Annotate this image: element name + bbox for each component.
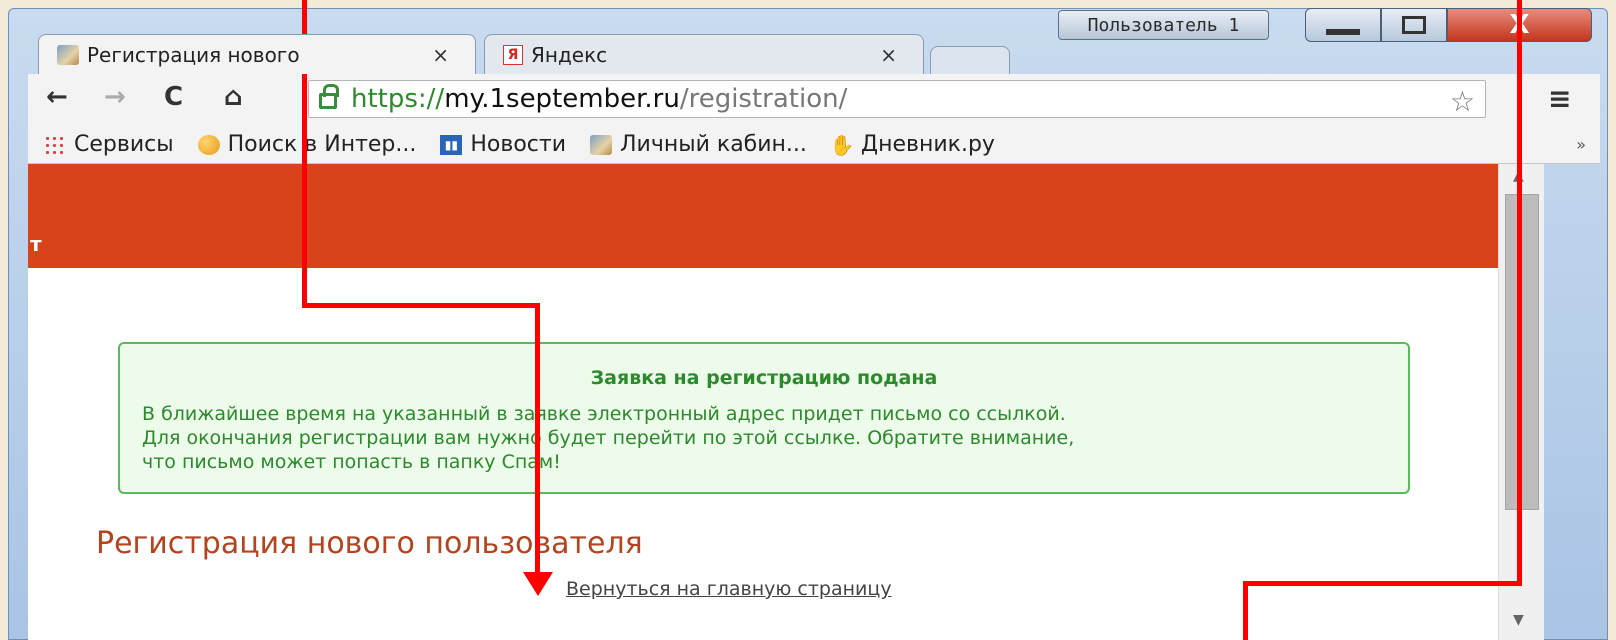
tab-registration[interactable]: Регистрация нового ×	[38, 34, 476, 74]
apps-icon	[44, 134, 66, 155]
menu-icon[interactable]: ≡	[1548, 82, 1571, 115]
url-scheme: https://	[351, 84, 445, 114]
bookmark-news[interactable]: ▮▮ Новости	[440, 132, 566, 157]
annotation-line	[1517, 0, 1522, 586]
cabinet-icon	[590, 134, 613, 155]
annotation-arrowhead-icon	[523, 572, 553, 596]
search-icon	[197, 134, 220, 155]
notice-line: В ближайшее время на указанный в заявке …	[142, 403, 1066, 425]
bookmark-label: Поиск в Интер...	[227, 132, 417, 157]
forward-icon[interactable]: →	[104, 82, 126, 112]
bookmarks-bar: Сервисы Поиск в Интер... ▮▮ Новости Личны…	[28, 126, 1600, 164]
tab-yandex[interactable]: Я Яндекс ×	[484, 34, 924, 74]
page-content: т Заявка на регистрацию подана В ближайш…	[28, 164, 1498, 640]
bookmark-services[interactable]: Сервисы	[44, 132, 174, 157]
notice-line: что письмо может попасть в папку Спам!	[142, 451, 561, 473]
notice-title: Заявка на регистрацию подана	[590, 367, 938, 389]
bookmarks-more-icon[interactable]: »	[1576, 135, 1586, 154]
annotation-line	[535, 303, 540, 578]
page-title: Регистрация нового пользователя	[96, 526, 643, 561]
bookmark-star-icon[interactable]: ☆	[1450, 85, 1475, 118]
back-to-home-link[interactable]: Вернуться на главную страницу	[566, 578, 892, 600]
bookmark-label: Личный кабин...	[620, 132, 807, 157]
maximize-icon	[1402, 16, 1426, 34]
site-favicon-icon	[57, 44, 79, 65]
diary-icon: ✋	[829, 132, 855, 157]
browser-toolbar: ← → C ⌂ https://my.1september.ru/registr…	[28, 74, 1600, 126]
annotation-line	[1243, 581, 1248, 640]
banner-text: т	[30, 232, 42, 256]
scroll-down-icon[interactable]: ▼	[1513, 612, 1524, 628]
bookmark-diary[interactable]: ✋ Дневник.ру	[829, 132, 995, 157]
url-host: my.1september.ru	[444, 84, 680, 114]
notice-body: В ближайшее время на указанный в заявке …	[142, 402, 1392, 474]
success-notice: Заявка на регистрацию подана В ближайшее…	[118, 342, 1410, 494]
address-bar[interactable]: https://my.1september.ru/registration/ ☆	[308, 80, 1486, 118]
back-icon[interactable]: ←	[46, 82, 68, 112]
bookmark-label: Дневник.ру	[860, 132, 995, 157]
reload-icon[interactable]: C	[164, 82, 183, 112]
tab-close-icon[interactable]: ×	[432, 43, 449, 67]
notice-line: Для окончания регистрации вам нужно буде…	[142, 427, 1075, 449]
url-path: /registration/	[679, 84, 848, 114]
tab-title: Яндекс	[531, 42, 608, 67]
bookmark-label: Сервисы	[74, 132, 174, 157]
yandex-favicon-icon: Я	[503, 44, 523, 65]
minimize-icon	[1326, 29, 1360, 35]
home-icon[interactable]: ⌂	[224, 82, 243, 112]
scroll-thumb[interactable]	[1505, 194, 1539, 510]
site-header-banner: т	[28, 164, 1498, 268]
bookmark-cabinet[interactable]: Личный кабин...	[590, 132, 807, 157]
maximize-button[interactable]	[1381, 8, 1447, 42]
tab-close-icon[interactable]: ×	[880, 43, 897, 67]
tab-title: Регистрация нового	[87, 42, 300, 67]
new-tab-button[interactable]	[930, 46, 1010, 74]
profile-button[interactable]: Пользователь 1	[1058, 10, 1269, 40]
news-icon: ▮▮	[440, 134, 463, 155]
annotation-line	[1243, 581, 1522, 586]
lock-icon	[319, 84, 339, 109]
annotation-line	[302, 303, 540, 308]
bookmark-label: Новости	[470, 132, 567, 157]
minimize-button[interactable]	[1305, 8, 1381, 42]
